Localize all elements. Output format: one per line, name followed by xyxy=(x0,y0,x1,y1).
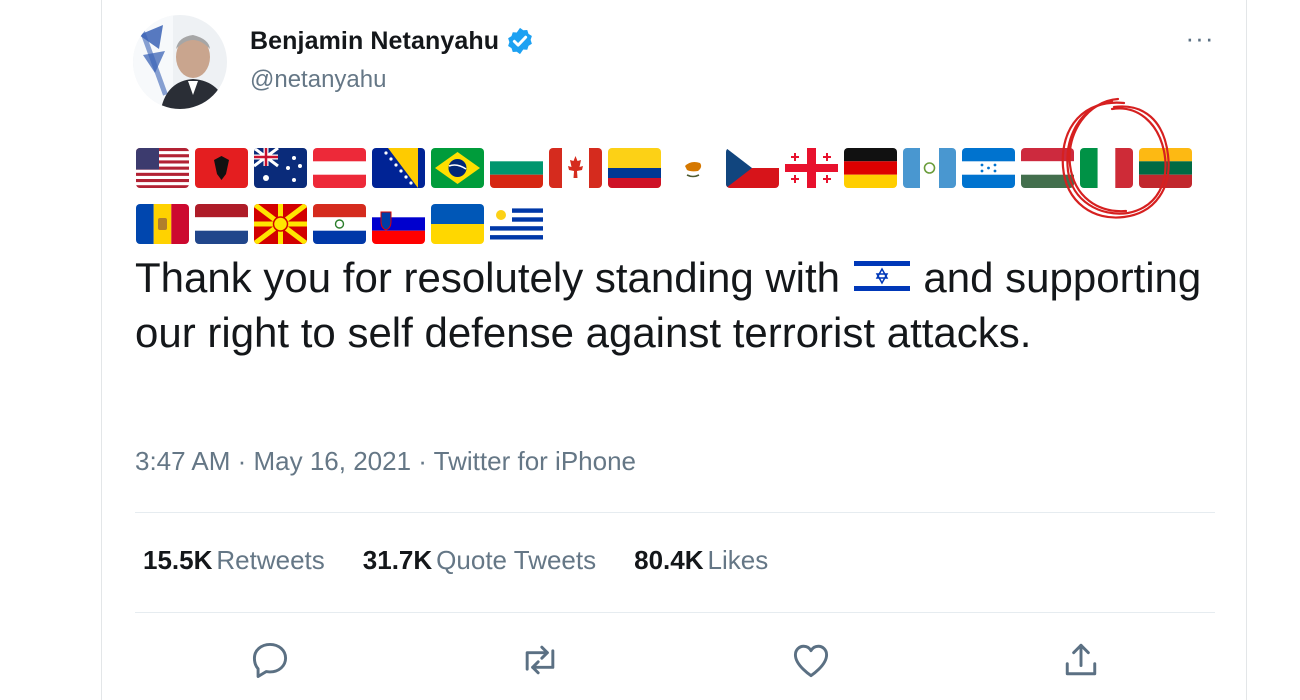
flag-uruguay xyxy=(490,204,543,244)
flags-row-2 xyxy=(136,204,543,244)
flag-israel xyxy=(853,257,910,295)
divider-bottom xyxy=(135,612,1215,613)
flag-bosnia xyxy=(372,148,425,188)
tweet-text-part-1: Thank you for resolutely standing with xyxy=(135,254,852,301)
quote-tweets-stat[interactable]: 31.7K Quote Tweets xyxy=(363,545,596,576)
flag-bulgaria xyxy=(490,148,543,188)
reply-icon[interactable] xyxy=(248,638,292,682)
retweet-icon[interactable] xyxy=(518,638,562,682)
flag-guatemala xyxy=(903,148,956,188)
tweet-stats: 15.5K Retweets 31.7K Quote Tweets 80.4K Lik… xyxy=(143,545,768,576)
tweet-border-right xyxy=(1246,0,1247,700)
flag-georgia xyxy=(785,148,838,188)
flag-ukraine xyxy=(431,204,484,244)
share-icon[interactable] xyxy=(1059,638,1103,682)
flag-germany xyxy=(844,148,897,188)
flag-slovenia xyxy=(372,204,425,244)
flags-row-1 xyxy=(136,148,1192,188)
author-name[interactable]: Benjamin Netanyahu xyxy=(250,27,499,56)
flag-paraguay xyxy=(313,204,366,244)
likes-stat[interactable]: 80.4K Likes xyxy=(634,545,768,576)
flag-austria xyxy=(313,148,366,188)
flag-cyprus xyxy=(667,148,720,188)
flag-usa xyxy=(136,148,189,188)
flag-moldova xyxy=(136,204,189,244)
author-handle[interactable]: @netanyahu xyxy=(250,66,386,94)
tweet-border-left xyxy=(101,0,102,700)
flag-czechia xyxy=(726,148,779,188)
avatar[interactable] xyxy=(133,15,227,109)
flag-albania xyxy=(195,148,248,188)
verified-badge-icon xyxy=(505,26,535,56)
divider-top xyxy=(135,512,1215,513)
likes-count: 80.4K xyxy=(634,545,704,575)
flag-lithuania xyxy=(1139,148,1192,188)
retweets-count: 15.5K xyxy=(143,545,213,575)
author-row: Benjamin Netanyahu xyxy=(250,26,535,56)
more-icon[interactable]: ··· xyxy=(1180,23,1220,53)
flag-italy xyxy=(1080,148,1133,188)
retweets-stat[interactable]: 15.5K Retweets xyxy=(143,545,325,576)
flag-hungary xyxy=(1021,148,1074,188)
flag-brazil xyxy=(431,148,484,188)
likes-label: Likes xyxy=(707,545,769,575)
retweets-label: Retweets xyxy=(216,545,325,575)
tweet-text: Thank you for resolutely standing with a… xyxy=(135,250,1225,360)
flag-canada xyxy=(549,148,602,188)
flag-australia xyxy=(254,148,307,188)
like-icon[interactable] xyxy=(789,638,833,682)
flag-colombia xyxy=(608,148,661,188)
flag-netherlands xyxy=(195,204,248,244)
tweet-timestamp[interactable]: 3:47 AM · May 16, 2021 · Twitter for iPh… xyxy=(135,446,636,477)
flag-north-macedonia xyxy=(254,204,307,244)
flag-honduras xyxy=(962,148,1015,188)
quotes-count: 31.7K xyxy=(362,545,433,575)
quotes-label: Quote Tweets xyxy=(436,545,597,575)
